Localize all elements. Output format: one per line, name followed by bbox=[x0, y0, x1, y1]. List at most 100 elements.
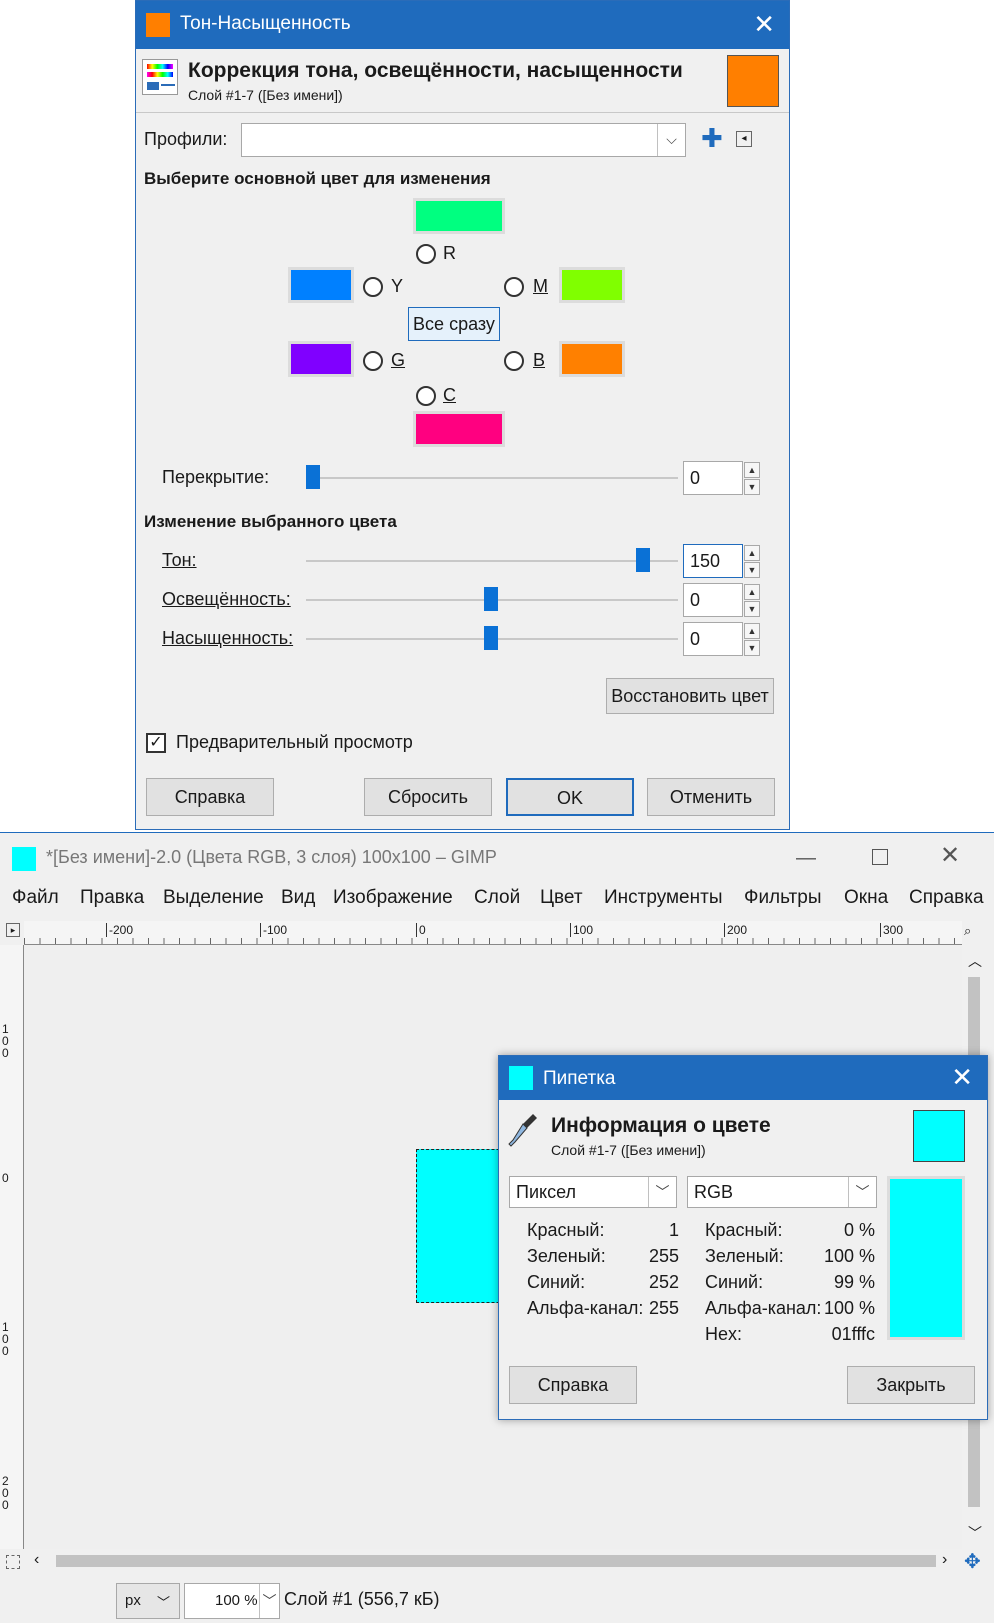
hue-label: Тон: bbox=[162, 550, 197, 570]
ruler-label: 0 bbox=[2, 1171, 9, 1185]
ruler-label: 300 bbox=[880, 923, 903, 937]
swatch-magenta bbox=[559, 267, 625, 303]
gimp-title-swatch bbox=[12, 847, 36, 871]
hue-slider-track[interactable] bbox=[306, 560, 678, 562]
zoom-toggle-icon[interactable]: ⌕ bbox=[964, 923, 982, 941]
hs-header-subtitle: Слой #1-7 ([Без имени]) bbox=[188, 87, 343, 103]
unit-select[interactable]: px ﹀ bbox=[116, 1583, 180, 1619]
menu-select[interactable]: Выделение bbox=[163, 887, 264, 909]
close-icon[interactable]: ✕ bbox=[753, 9, 775, 39]
radio-yellow[interactable] bbox=[363, 277, 383, 297]
saturation-slider-thumb[interactable] bbox=[484, 626, 498, 650]
hs-titlebar[interactable]: Тон-Насыщенность ✕ bbox=[136, 1, 789, 49]
spin-up-icon[interactable]: ▲ bbox=[744, 584, 760, 600]
quick-mask-icon[interactable] bbox=[6, 1555, 20, 1569]
pixel-mode-select[interactable]: Пиксел ﹀ bbox=[509, 1176, 677, 1208]
cancel-button[interactable]: Отменить bbox=[647, 778, 775, 816]
picker-title-swatch bbox=[509, 1066, 533, 1090]
menu-color[interactable]: Цвет bbox=[540, 887, 583, 909]
ruler-label: -200 bbox=[106, 923, 133, 937]
lightness-label: Освещённость: bbox=[162, 589, 291, 609]
radio-cyan[interactable] bbox=[416, 386, 436, 406]
spin-up-icon[interactable]: ▲ bbox=[744, 623, 760, 639]
gimp-titlebar[interactable]: *[Без имени]-2.0 (Цвета RGB, 3 слоя) 100… bbox=[0, 833, 994, 881]
radio-red[interactable] bbox=[416, 244, 436, 264]
spin-down-icon[interactable]: ▼ bbox=[744, 562, 760, 578]
zoom-select[interactable]: 100 % ﹀ bbox=[184, 1583, 280, 1619]
menu-windows[interactable]: Окна bbox=[844, 887, 888, 909]
hue-spin[interactable]: 150 ▲ ▼ bbox=[683, 544, 760, 578]
maximize-icon[interactable] bbox=[872, 849, 888, 865]
overlap-slider-thumb[interactable] bbox=[306, 465, 320, 489]
master-button[interactable]: Все сразу bbox=[408, 307, 500, 341]
chevron-down-icon[interactable]: ⌵ bbox=[657, 124, 685, 156]
preset-menu-icon[interactable]: ◂ bbox=[736, 131, 752, 147]
vertical-ruler[interactable]: 100 0 100 200 bbox=[0, 945, 24, 1549]
scroll-up-icon[interactable]: ︿ bbox=[968, 951, 982, 971]
close-icon[interactable]: ✕ bbox=[940, 841, 960, 870]
radio-magenta[interactable] bbox=[504, 277, 524, 297]
hue-slider-thumb[interactable] bbox=[636, 548, 650, 572]
picker-close-button[interactable]: Закрыть bbox=[847, 1366, 975, 1404]
picker-help-button[interactable]: Справка bbox=[509, 1366, 637, 1404]
preview-checkbox[interactable]: ✓ bbox=[146, 733, 166, 753]
radio-green[interactable] bbox=[363, 351, 383, 371]
overlap-slider-track[interactable] bbox=[306, 477, 678, 479]
statusbar: px ﹀ 100 % ﹀ Слой #1 (556,7 кБ) bbox=[0, 1575, 994, 1623]
primary-color-label: Выберите основной цвет для изменения bbox=[144, 169, 491, 188]
menu-image[interactable]: Изображение bbox=[333, 887, 453, 909]
reset-button[interactable]: Сбросить bbox=[364, 778, 492, 816]
minimize-icon[interactable]: — bbox=[796, 847, 816, 870]
presets-combo[interactable]: ⌵ bbox=[241, 123, 686, 157]
rgb-blue-value: 99 % bbox=[833, 1272, 875, 1292]
scroll-right-icon[interactable]: › bbox=[942, 1551, 947, 1569]
swatch-red bbox=[413, 198, 505, 234]
saturation-spin[interactable]: 0 ▲ ▼ bbox=[683, 622, 760, 656]
scroll-down-icon[interactable]: ﹀ bbox=[968, 1523, 982, 1543]
scroll-left-icon[interactable]: ‹ bbox=[34, 1551, 39, 1569]
gimp-window-title: *[Без имени]-2.0 (Цвета RGB, 3 слоя) 100… bbox=[46, 847, 497, 867]
menu-filters[interactable]: Фильтры bbox=[744, 887, 821, 909]
ruler-label: 100 bbox=[2, 1022, 9, 1060]
spin-down-icon[interactable]: ▼ bbox=[744, 640, 760, 656]
menu-help[interactable]: Справка bbox=[909, 887, 984, 909]
rgb-red-label: Красный: bbox=[705, 1220, 783, 1240]
reset-color-button[interactable]: Восстановить цвет bbox=[606, 678, 774, 714]
menu-file[interactable]: Файл bbox=[12, 887, 59, 909]
chevron-down-icon[interactable]: ﹀ bbox=[848, 1177, 876, 1207]
menubar: Файл Правка Выделение Вид Изображение Сл… bbox=[0, 883, 994, 917]
picker-titlebar[interactable]: Пипетка ✕ bbox=[499, 1056, 987, 1100]
hs-header-title: Коррекция тона, освещённости, насыщеннос… bbox=[188, 59, 683, 82]
menu-edit[interactable]: Правка bbox=[80, 887, 144, 909]
pixel-mode-value: Пиксел bbox=[516, 1182, 576, 1202]
lightness-slider-thumb[interactable] bbox=[484, 587, 498, 611]
overlap-spin[interactable]: 0 ▲ ▼ bbox=[683, 461, 760, 495]
ok-button[interactable]: OK bbox=[506, 778, 634, 816]
rgb-mode-select[interactable]: RGB ﹀ bbox=[687, 1176, 877, 1208]
menu-tools[interactable]: Инструменты bbox=[604, 887, 722, 909]
menu-layer[interactable]: Слой bbox=[474, 887, 520, 909]
menu-arrow-icon[interactable]: ▸ bbox=[6, 923, 20, 937]
chevron-down-icon[interactable]: ﹀ bbox=[259, 1584, 279, 1618]
pixel-red-value: 1 bbox=[668, 1220, 679, 1240]
scrollbar-thumb[interactable] bbox=[56, 1555, 936, 1567]
radio-blue[interactable] bbox=[504, 351, 524, 371]
hs-header: Коррекция тона, освещённости, насыщеннос… bbox=[136, 49, 789, 113]
horizontal-scrollbar[interactable]: ‹ › bbox=[24, 1549, 962, 1573]
lightness-spin[interactable]: 0 ▲ ▼ bbox=[683, 583, 760, 617]
close-icon[interactable]: ✕ bbox=[951, 1062, 973, 1092]
radio-red-label: R bbox=[443, 243, 456, 263]
menu-view[interactable]: Вид bbox=[281, 887, 315, 909]
spin-down-icon[interactable]: ▼ bbox=[744, 479, 760, 495]
spin-down-icon[interactable]: ▼ bbox=[744, 601, 760, 617]
navigate-icon[interactable]: ✥ bbox=[964, 1549, 981, 1574]
spin-up-icon[interactable]: ▲ bbox=[744, 545, 760, 561]
spin-up-icon[interactable]: ▲ bbox=[744, 462, 760, 478]
help-button[interactable]: Справка bbox=[146, 778, 274, 816]
add-preset-icon[interactable]: ✚ bbox=[701, 125, 723, 151]
ruler-ticks bbox=[24, 938, 962, 944]
chevron-down-icon[interactable]: ﹀ bbox=[648, 1177, 676, 1207]
horizontal-ruler[interactable]: -200 -100 0 100 200 300 bbox=[24, 921, 962, 945]
lightness-value: 0 bbox=[690, 590, 701, 610]
pixel-green-value: 255 bbox=[648, 1246, 679, 1266]
